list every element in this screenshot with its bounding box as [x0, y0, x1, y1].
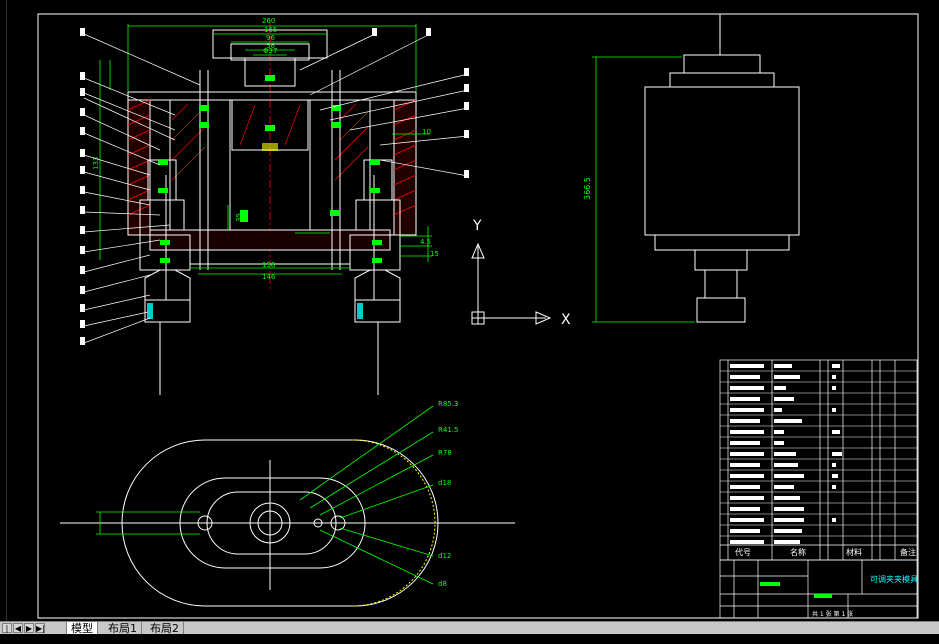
plan-leaders	[96, 405, 434, 585]
callout-r41: R41.5	[438, 426, 458, 434]
dim-10-label: 10	[422, 128, 431, 136]
ucs-icon	[471, 242, 552, 325]
dim-37-label: Φ37	[263, 47, 277, 55]
parts-list-cells	[730, 364, 842, 544]
dim-15-label: 15	[430, 250, 439, 258]
stage-marker	[760, 582, 780, 586]
dim-165-label: 165	[264, 26, 277, 34]
front-section-view	[127, 20, 417, 395]
nav-next-button[interactable]: ▶	[24, 623, 34, 633]
drawing-canvas[interactable]: 260 165 96 56 Φ37 158 146 35 4.5 15 10 1…	[0, 0, 939, 621]
ucs-x-label: X	[561, 312, 571, 328]
callout-r85: R85.3	[438, 400, 458, 408]
dim-260-label: 260	[262, 17, 275, 25]
dim-146-label: 146	[262, 273, 276, 281]
drawing-title: 可调夹夹模具	[870, 574, 918, 584]
layout-tab-bar: |◀ ◀ ▶ ▶| 模型 布局1 布局2	[0, 621, 939, 643]
side-dimension	[592, 56, 695, 323]
title-block	[719, 559, 918, 619]
scale-marker	[814, 594, 832, 598]
side-view	[644, 14, 800, 323]
callout-r78: R78	[438, 449, 452, 457]
nav-prev-button[interactable]: ◀	[13, 623, 23, 633]
ucs-y-label: Y	[472, 218, 482, 234]
tab-model[interactable]: 模型	[66, 622, 98, 635]
callout-d12: d12	[438, 552, 451, 560]
dim-96-label: 96	[266, 34, 275, 42]
nav-first-button[interactable]: |◀	[2, 623, 12, 643]
header-name: 名称	[790, 547, 806, 557]
callout-d18: d18	[438, 479, 451, 487]
dim-158-label: 158	[262, 261, 275, 269]
dim-366-label: 366.5	[583, 177, 592, 200]
tab-layout1[interactable]: 布局1	[104, 622, 142, 635]
callout-d8: d8	[438, 580, 447, 588]
header-code: 代号	[735, 547, 751, 557]
left-scroll-gutter	[0, 0, 7, 621]
sheet-info: 共 1 张 第 1 张	[812, 610, 853, 618]
dim-35-label: 35	[235, 213, 243, 222]
dim-4-5-label: 4.5	[420, 238, 431, 246]
header-material: 材料	[846, 547, 862, 557]
header-note: 备注	[900, 547, 916, 557]
tab-layout2[interactable]: 布局2	[146, 622, 184, 635]
nav-last-button[interactable]: ▶|	[35, 623, 45, 633]
